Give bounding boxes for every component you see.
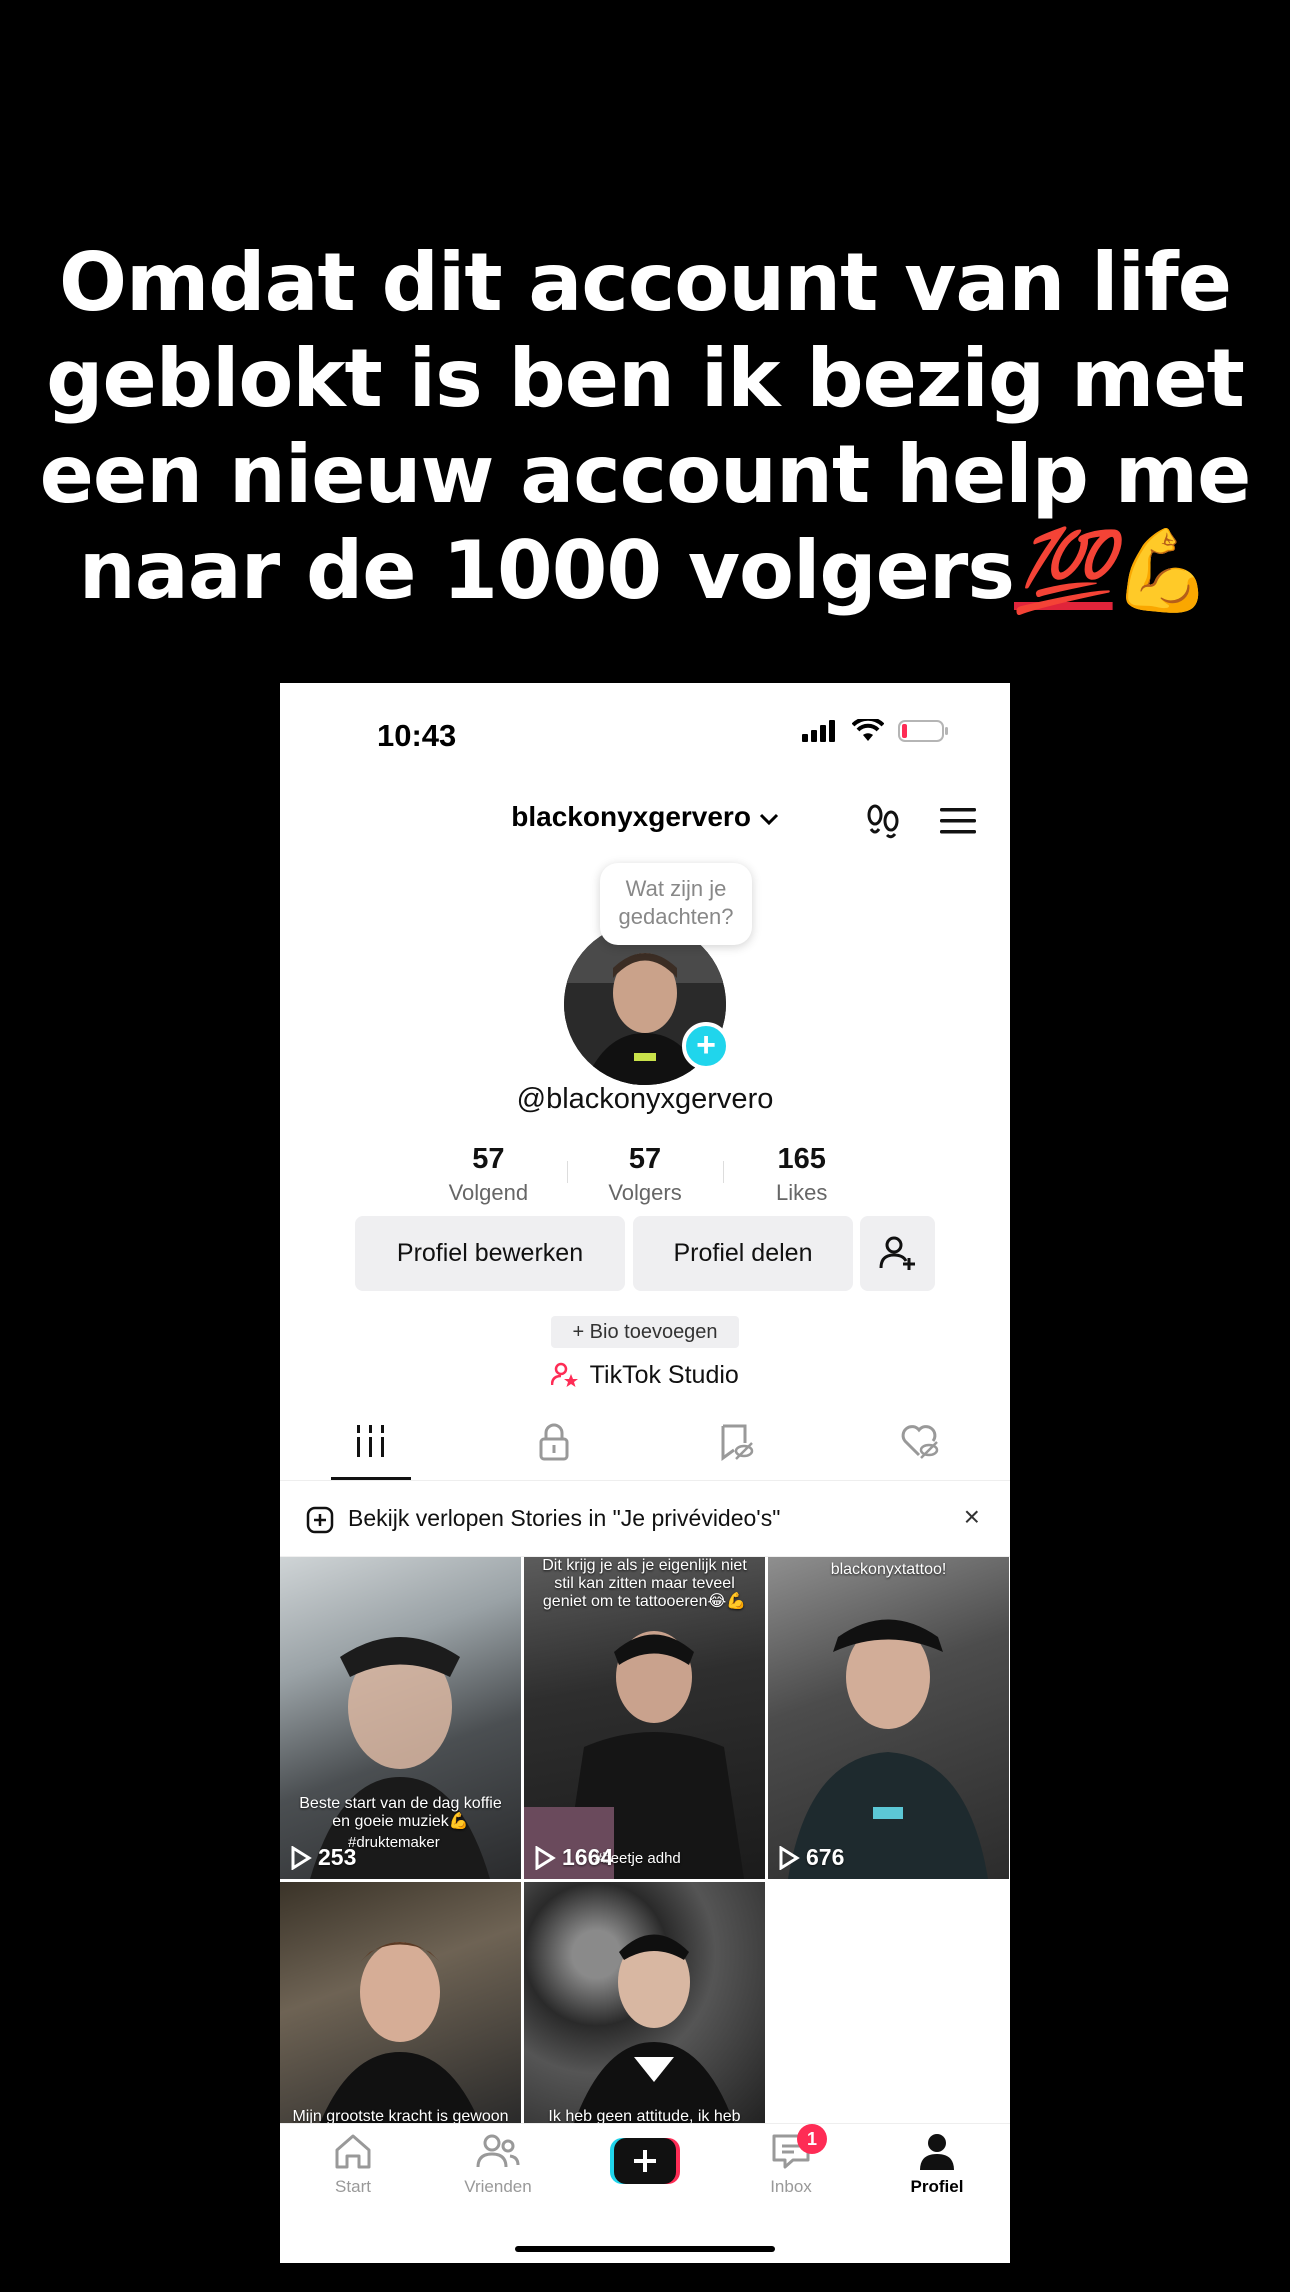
caption-line-4: naar de 1000 volgers💯💪 xyxy=(0,523,1290,619)
thought-bubble-line-2: gedachten? xyxy=(618,904,734,929)
grid-icon xyxy=(357,1425,385,1457)
thought-bubble-line-1: Wat zijn je xyxy=(625,876,727,901)
tab-reposts[interactable] xyxy=(645,1413,828,1480)
nav-friends-label: Vrienden xyxy=(464,2177,532,2196)
hundred-points-emoji: 💯 xyxy=(1014,524,1114,617)
add-bio-button[interactable]: + Bio toevoegen xyxy=(551,1316,739,1348)
stat-followers-value: 57 xyxy=(628,1143,662,1175)
status-icons xyxy=(802,719,950,743)
nav-profile[interactable]: Profiel xyxy=(877,2132,997,2197)
video-views: 253 xyxy=(290,1844,356,1871)
plus-icon xyxy=(610,2138,680,2184)
status-time: 10:43 xyxy=(377,718,457,753)
video-views-count: 253 xyxy=(318,1844,357,1870)
play-icon xyxy=(535,1845,556,1870)
share-profile-button[interactable]: Profiel delen xyxy=(633,1216,853,1291)
caption-line-4-text: naar de 1000 volgers xyxy=(78,524,1015,617)
video-person-figure xyxy=(788,1619,988,1879)
story-plus-icon xyxy=(306,1506,334,1534)
stat-followers-label: Volgers xyxy=(608,1180,682,1205)
battery-icon xyxy=(898,720,948,742)
menu-icon[interactable] xyxy=(940,807,976,840)
home-indicator[interactable] xyxy=(515,2246,775,2252)
friends-icon xyxy=(476,2134,520,2168)
caption-overlay: Omdat dit account van life geblokt is be… xyxy=(0,235,1290,619)
heart-hidden-icon xyxy=(901,1425,938,1459)
play-icon xyxy=(291,1845,312,1870)
stories-banner[interactable]: Bekijk verlopen Stories in "Je privévide… xyxy=(280,1483,1010,1557)
nav-profile-label: Profiel xyxy=(910,2177,964,2196)
tiktok-studio-link[interactable]: TikTok Studio xyxy=(280,1361,1010,1390)
video-grid: Beste start van de dag koffie en goeie m… xyxy=(280,1557,1010,2123)
bookmark-hidden-icon xyxy=(721,1424,754,1461)
video-thumbnail[interactable]: Beste start van de dag koffie en goeie m… xyxy=(280,1557,521,1879)
stat-likes[interactable]: 165 Likes xyxy=(723,1143,880,1206)
tab-liked[interactable] xyxy=(828,1413,1011,1480)
video-caption: Dit krijg je als je eigenlijk niet stil … xyxy=(542,1557,747,1610)
stat-likes-label: Likes xyxy=(776,1180,828,1205)
caption-line-1: Omdat dit account van life xyxy=(58,236,1232,329)
add-story-button[interactable]: + xyxy=(682,1022,730,1070)
caption-line-2: geblokt is ben ik bezig met xyxy=(46,332,1245,425)
signal-icon xyxy=(802,720,835,742)
studio-label: TikTok Studio xyxy=(589,1361,739,1389)
chevron-down-icon xyxy=(759,813,778,825)
video-views-count: 676 xyxy=(806,1844,845,1870)
video-views: 1664 xyxy=(534,1844,613,1871)
profile-stats: 57 Volgend 57 Volgers 165 Likes xyxy=(410,1143,880,1206)
header-username: blackonyxgervero xyxy=(511,801,751,832)
caption-line-3: een nieuw account help me xyxy=(39,428,1252,521)
video-thumbnail[interactable]: blackonyxtattoo! 676 xyxy=(768,1557,1009,1879)
stories-banner-text: Bekijk verlopen Stories in "Je privévide… xyxy=(348,1505,781,1531)
footprints-icon[interactable] xyxy=(866,803,900,844)
nav-friends[interactable]: Vrienden xyxy=(438,2132,558,2197)
phone-screen: 10:43 blackonyxgervero Wat zijn je gedac… xyxy=(280,683,1010,2263)
video-caption: Beste start van de dag koffie en goeie m… xyxy=(299,1795,502,1830)
add-user-icon xyxy=(879,1236,915,1270)
video-caption: blackonyxtattoo! xyxy=(830,1561,947,1578)
nav-start[interactable]: Start xyxy=(293,2132,413,2197)
video-thumbnail[interactable]: Dit krijg je als je eigenlijk niet stil … xyxy=(524,1557,765,1879)
video-views-count: 1664 xyxy=(562,1844,614,1870)
flexed-biceps-emoji: 💪 xyxy=(1112,524,1213,617)
stat-likes-value: 165 xyxy=(777,1143,826,1175)
inbox-badge: 1 xyxy=(797,2124,827,2154)
account-switcher[interactable]: blackonyxgervero xyxy=(280,801,1010,833)
create-button[interactable] xyxy=(610,2138,680,2184)
profile-handle: @blackonyxgervero xyxy=(516,1083,774,1115)
video-tag: #druktemaker xyxy=(348,1834,440,1851)
add-friends-button[interactable] xyxy=(860,1216,935,1291)
stat-following[interactable]: 57 Volgend xyxy=(410,1143,567,1206)
nav-start-label: Start xyxy=(335,2177,371,2196)
bottom-navigation: Start Vrienden 1 Inbox Profiel xyxy=(280,2123,1010,2263)
tab-private[interactable] xyxy=(463,1413,646,1480)
video-person-figure xyxy=(320,1942,480,2123)
tab-videos[interactable] xyxy=(280,1413,463,1480)
video-caption: Ik heb geen attitude, ik heb xyxy=(548,2108,741,2123)
video-thumbnail[interactable]: Ik heb geen attitude, ik heb xyxy=(524,1882,765,2123)
play-icon xyxy=(779,1845,800,1870)
stat-following-label: Volgend xyxy=(448,1180,529,1205)
lock-icon xyxy=(539,1423,569,1461)
video-views: 676 xyxy=(778,1844,844,1871)
close-icon[interactable]: × xyxy=(964,1501,980,1533)
video-person-figure xyxy=(574,1934,734,2123)
thought-bubble[interactable]: Wat zijn je gedachten? xyxy=(600,863,752,945)
nav-inbox[interactable]: 1 Inbox xyxy=(731,2124,851,2197)
profile-icon xyxy=(920,2134,954,2170)
home-icon xyxy=(335,2134,371,2169)
nav-inbox-label: Inbox xyxy=(770,2177,812,2196)
stat-following-value: 57 xyxy=(472,1143,505,1175)
studio-icon xyxy=(550,1362,579,1387)
stat-followers[interactable]: 57 Volgers xyxy=(566,1143,724,1206)
video-thumbnail[interactable]: Mijn grootste kracht is gewoon dit xyxy=(280,1882,521,2123)
profile-tabs xyxy=(280,1413,1010,1481)
edit-profile-button[interactable]: Profiel bewerken xyxy=(355,1216,625,1291)
wifi-icon xyxy=(852,719,884,741)
video-caption: Mijn grootste kracht is gewoon dit xyxy=(292,2108,509,2123)
